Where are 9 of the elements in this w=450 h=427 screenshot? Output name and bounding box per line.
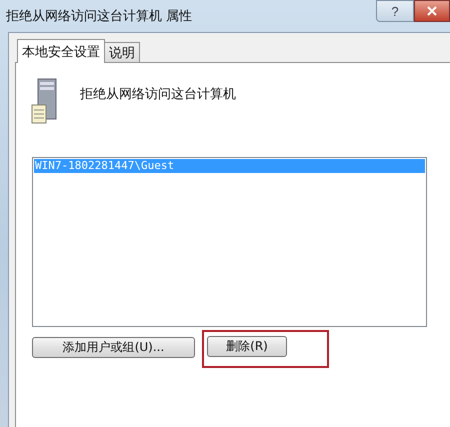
- close-button[interactable]: [414, 0, 450, 22]
- close-icon: [427, 6, 437, 16]
- remove-button[interactable]: 删除(R): [207, 336, 287, 357]
- policy-name: 拒绝从网络访问这台计算机: [80, 86, 236, 103]
- tab[interactable]: 说明: [104, 42, 140, 63]
- help-button[interactable]: ?: [376, 0, 414, 22]
- add-user-button[interactable]: 添加用户或组(U)...: [32, 337, 195, 358]
- tab[interactable]: 本地安全设置: [17, 39, 105, 63]
- window-title: 拒绝从网络访问这台计算机 属性: [6, 8, 194, 25]
